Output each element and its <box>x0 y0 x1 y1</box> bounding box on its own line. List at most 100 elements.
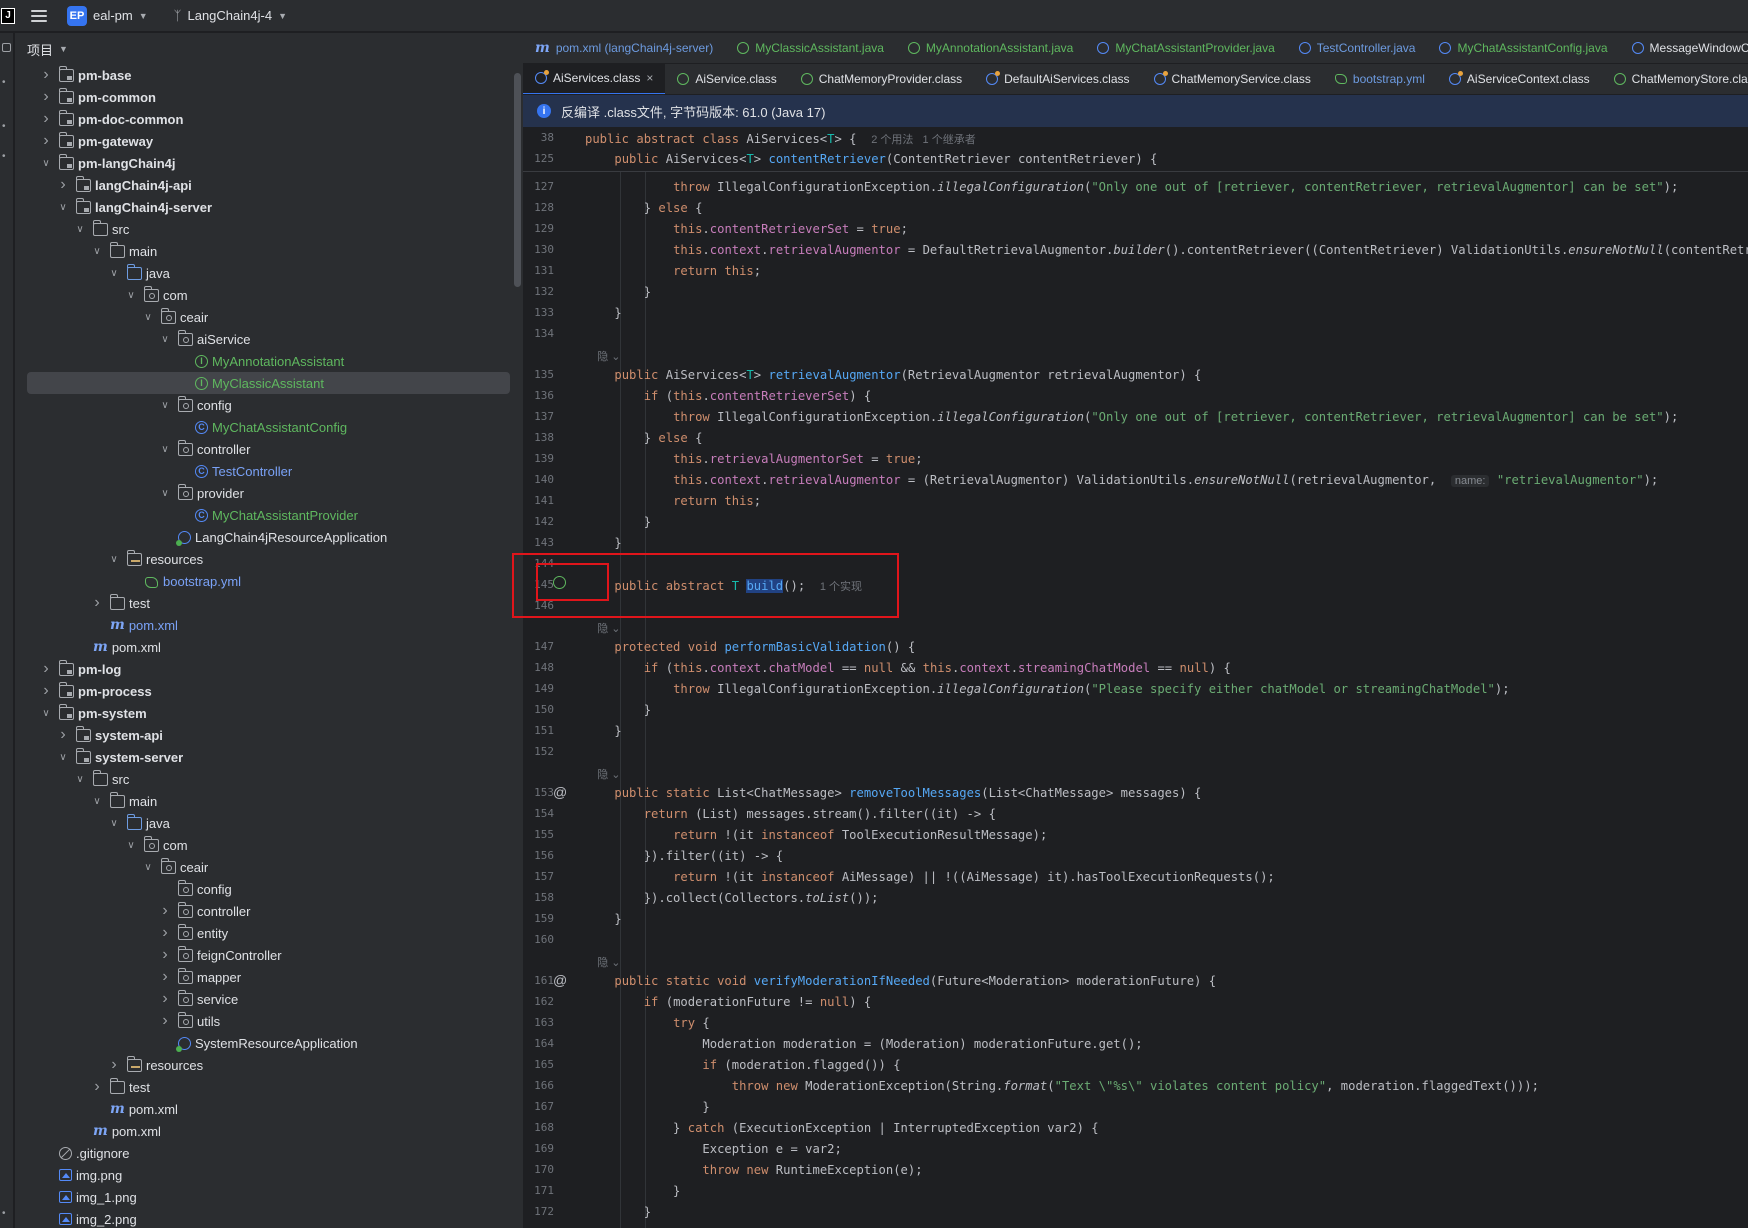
code-line[interactable]: 173 <box>523 1223 1748 1228</box>
expand-right-icon[interactable]: › <box>56 726 70 744</box>
expand-down-icon[interactable]: ∨ <box>107 818 121 829</box>
tree-item[interactable]: m pom.xml <box>15 1098 522 1120</box>
code-line[interactable]: 128 } else { <box>523 198 1748 219</box>
code-line[interactable]: 151 } <box>523 721 1748 742</box>
code-line[interactable]: 隐 ⌄ <box>523 345 1748 366</box>
tree-item[interactable]: I MyAnnotationAssistant <box>15 350 522 372</box>
code-view[interactable]: 38 public abstract class AiServices<T> { … <box>512 127 1748 1228</box>
expand-down-icon[interactable]: ∨ <box>124 840 138 851</box>
tree-item[interactable]: › test <box>15 592 522 614</box>
tree-item[interactable]: › entity <box>15 922 522 944</box>
editor-tab[interactable]: TestController.java <box>1287 33 1428 63</box>
structure-tool-icon[interactable]: • <box>2 121 11 132</box>
tree-item[interactable]: m pom.xml <box>15 1120 522 1142</box>
expand-down-icon[interactable]: ∨ <box>90 246 104 257</box>
tree-item[interactable]: ∨ ceair <box>15 856 522 878</box>
code-line[interactable]: 160 <box>523 930 1748 951</box>
tree-item[interactable]: ∨ resources <box>15 548 522 570</box>
code-line[interactable]: 125 public AiServices<T> contentRetrieve… <box>523 149 1748 170</box>
annotation-gutter-icon[interactable]: @ <box>553 972 571 990</box>
tree-item[interactable]: ∨ java <box>15 812 522 834</box>
tree-item[interactable]: ∨ system-server <box>15 746 522 768</box>
project-selector[interactable]: eal-pm <box>93 8 133 23</box>
code-line[interactable]: 156 }).filter((it) -> { <box>523 846 1748 867</box>
line-number[interactable]: 170 <box>523 1163 554 1176</box>
main-menu-icon[interactable] <box>31 9 47 22</box>
tree-item[interactable]: › resources <box>15 1054 522 1076</box>
line-number[interactable]: 138 <box>523 431 554 444</box>
tree-item[interactable]: I MyClassicAssistant <box>27 372 510 394</box>
tree-item[interactable]: › test <box>15 1076 522 1098</box>
code-line[interactable]: 140 this.context.retrievalAugmentor = (R… <box>523 470 1748 491</box>
code-line[interactable]: 165 if (moderation.flagged()) { <box>523 1055 1748 1076</box>
line-number[interactable]: 38 <box>523 131 554 144</box>
code-line[interactable]: 134 <box>523 324 1748 345</box>
line-number[interactable]: 141 <box>523 494 554 507</box>
branch-selector[interactable]: LangChain4j-4 <box>187 8 272 23</box>
expand-right-icon[interactable]: › <box>158 924 172 942</box>
line-number[interactable]: 171 <box>523 1184 554 1197</box>
tree-item[interactable]: bootstrap.yml <box>15 570 522 592</box>
tree-item[interactable]: › langChain4j-api <box>15 174 522 196</box>
line-number[interactable]: 159 <box>523 912 554 925</box>
line-number[interactable]: 154 <box>523 807 554 820</box>
code-line[interactable]: 133 } <box>523 303 1748 324</box>
tree-item[interactable]: ∨ controller <box>15 438 522 460</box>
code-line[interactable]: 139 this.retrievalAugmentorSet = true; <box>523 449 1748 470</box>
chevron-down-icon[interactable]: ▼ <box>278 11 287 21</box>
more-tools-icon[interactable]: • <box>2 151 11 162</box>
tree-item[interactable]: img_1.png <box>15 1186 522 1208</box>
line-number[interactable]: 128 <box>523 201 554 214</box>
line-number[interactable]: 160 <box>523 933 554 946</box>
code-line[interactable]: 130 this.context.retrievalAugmentor = De… <box>523 240 1748 261</box>
expand-down-icon[interactable]: ∨ <box>90 796 104 807</box>
editor-tab[interactable]: MyClassicAssistant.java <box>725 33 896 63</box>
tree-item[interactable]: .gitignore <box>15 1142 522 1164</box>
close-icon[interactable]: × <box>646 71 653 85</box>
expand-right-icon[interactable]: › <box>39 132 53 150</box>
code-line[interactable]: 154 return (List) messages.stream().filt… <box>523 804 1748 825</box>
line-number[interactable]: 142 <box>523 515 554 528</box>
line-number[interactable]: 135 <box>523 368 554 381</box>
code-line[interactable]: 172 } <box>523 1202 1748 1223</box>
project-scrollbar[interactable] <box>514 73 521 287</box>
editor-tab[interactable]: m pom.xml (langChain4j-server) <box>523 33 725 63</box>
line-number[interactable]: 149 <box>523 682 554 695</box>
tree-item[interactable]: › system-api <box>15 724 522 746</box>
expand-right-icon[interactable]: › <box>158 946 172 964</box>
line-number[interactable]: 133 <box>523 306 554 319</box>
tree-item[interactable]: › mapper <box>15 966 522 988</box>
tree-item[interactable]: LangChain4jResourceApplication <box>15 526 522 548</box>
expand-right-icon[interactable]: › <box>39 660 53 678</box>
code-line[interactable]: 隐 ⌄ <box>523 763 1748 784</box>
tree-item[interactable]: config <box>15 878 522 900</box>
tree-item[interactable]: › pm-log <box>15 658 522 680</box>
line-number[interactable]: 143 <box>523 536 554 549</box>
tree-item[interactable]: C TestController <box>15 460 522 482</box>
tree-item[interactable]: ∨ provider <box>15 482 522 504</box>
code-line[interactable]: 142 } <box>523 512 1748 533</box>
code-line[interactable]: 166 throw new ModerationException(String… <box>523 1076 1748 1097</box>
code-line[interactable]: 161 @ public static void verifyModeration… <box>523 971 1748 992</box>
expand-right-icon[interactable]: › <box>39 66 53 84</box>
line-number[interactable]: 162 <box>523 995 554 1008</box>
code-line[interactable]: 131 return this; <box>523 261 1748 282</box>
tree-item[interactable]: ∨ java <box>15 262 522 284</box>
code-line[interactable]: 136 if (this.contentRetrieverSet) { <box>523 386 1748 407</box>
editor-tab[interactable]: MyChatAssistantConfig.java <box>1427 33 1619 63</box>
editor-tab[interactable]: AiServices.class × <box>523 64 666 94</box>
line-number[interactable]: 137 <box>523 410 554 423</box>
line-number[interactable]: 130 <box>523 243 554 256</box>
tree-item[interactable]: › pm-common <box>15 86 522 108</box>
line-number[interactable]: 129 <box>523 222 554 235</box>
code-line[interactable]: 129 this.contentRetrieverSet = true; <box>523 219 1748 240</box>
tree-item[interactable]: ∨ pm-system <box>15 702 522 724</box>
line-number[interactable]: 156 <box>523 849 554 862</box>
expand-right-icon[interactable]: › <box>90 594 104 612</box>
editor-tab[interactable]: ChatMemoryStore.class <box>1602 64 1748 94</box>
expand-down-icon[interactable]: ∨ <box>56 752 70 763</box>
code-line[interactable]: 162 if (moderationFuture != null) { <box>523 992 1748 1013</box>
expand-right-icon[interactable]: › <box>56 176 70 194</box>
code-line[interactable]: 150 } <box>523 700 1748 721</box>
expand-right-icon[interactable]: › <box>107 1056 121 1074</box>
